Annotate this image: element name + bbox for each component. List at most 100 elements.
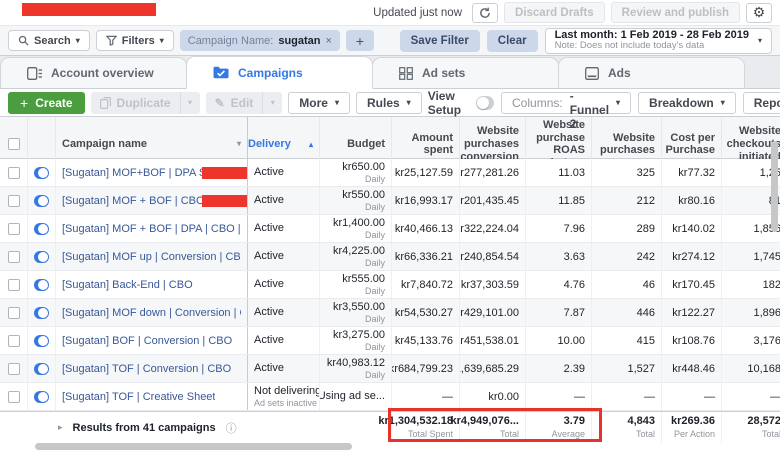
chevron-down-icon: ▾ [616,99,620,107]
campaign-active-toggle[interactable] [34,363,49,375]
review-publish-button[interactable]: Review and publish [611,2,740,23]
reports-dropdown[interactable]: Reports▾ [743,92,780,114]
discard-drafts-button[interactable]: Discard Drafts [504,2,605,23]
website-purchases-value: 242 [592,243,662,270]
website-purchases-value: 325 [592,159,662,186]
total-checkouts-value: 28,572 [747,415,780,429]
settings-button[interactable]: ⚙ [746,3,772,23]
campaign-name-link[interactable]: [Sugatan] TOF | Creative Sheet [62,391,215,403]
row-checkbox[interactable] [8,195,20,207]
table-row: [Sugatan] Back-End | CBO Active kr555.00… [0,271,780,299]
campaign-active-toggle[interactable] [34,223,49,235]
create-button[interactable]: + Create [8,92,85,114]
duplicate-caret-button[interactable]: ▾ [180,92,200,114]
tab-ads[interactable]: Ads [558,57,745,88]
purchases-conversion-value: kr429,101.00 [460,299,526,326]
close-icon[interactable]: × [326,35,332,47]
search-dropdown[interactable]: Search▾ [8,30,90,51]
edit-caret-button[interactable]: ▾ [262,92,282,114]
campaign-active-toggle[interactable] [34,195,49,207]
more-dropdown[interactable]: More▾ [288,92,350,114]
clear-filter-button[interactable]: Clear [487,30,538,52]
rules-dropdown[interactable]: Rules▾ [356,92,422,114]
chevron-down-icon: ▾ [188,98,192,107]
results-summary: Results from 41 campaigns [73,422,216,434]
refresh-icon [479,7,491,19]
ads-manager-screen: Updated just now Discard Drafts Review a… [0,0,780,451]
cost-per-purchase-value: — [662,383,722,410]
tab-campaigns[interactable]: Campaigns [186,56,373,89]
checkouts-initiated-value: 3,176 [722,327,780,354]
total-spent-value: kr1,304,532.18 [378,415,453,429]
amount-spent-value: kr7,840.72 [392,271,460,298]
campaign-active-toggle[interactable] [34,391,49,403]
add-filter-button[interactable]: + [346,30,374,51]
checkouts-initiated-value: — [722,383,780,410]
tab-account-overview[interactable]: Account overview [0,57,187,88]
row-checkbox[interactable] [8,167,20,179]
row-checkbox[interactable] [8,391,20,403]
sort-ascending-icon: ▴ [309,140,313,149]
filters-dropdown[interactable]: Filters▾ [96,30,174,51]
view-setup-toggle[interactable] [476,96,494,110]
row-checkbox[interactable] [8,223,20,235]
chevron-down-icon: ▾ [76,37,80,45]
campaign-name-link[interactable]: [Sugatan] MOF up | Conversion | CBO [62,251,241,263]
columns-dropdown[interactable]: Columns: David - Funnel 2 ▾ [501,92,631,114]
chevron-down-icon: ▾ [407,99,411,107]
ads-icon [585,67,599,80]
total-purchases-value: 4,843 [627,415,655,429]
website-purchases-value: 1,527 [592,355,662,382]
campaign-active-toggle[interactable] [34,251,49,263]
website-purchases-value: 212 [592,187,662,214]
total-conversion-value: kr4,949,076... [450,415,519,429]
campaign-name-link[interactable]: [Sugatan] BOF | Conversion | CBO [62,335,232,347]
purchase-roas-value: 7.96 [526,215,592,242]
budget-value: Using ad se... [320,390,385,403]
delivery-status: Not delivering [254,385,320,398]
vertical-scrollbar[interactable] [771,141,778,232]
table-row: [Sugatan] BOF | Conversion | CBO Active … [0,327,780,355]
delivery-status: Active [254,278,284,291]
breakdown-dropdown[interactable]: Breakdown▾ [638,92,736,114]
campaign-active-toggle[interactable] [34,335,49,347]
campaign-name-link[interactable]: [Sugatan] MOF + BOF | DPA | CBO | Worldw… [62,223,241,235]
row-checkbox[interactable] [8,363,20,375]
campaign-name-link[interactable]: [Sugatan] Back-End | CBO [62,279,193,291]
campaign-active-toggle[interactable] [34,279,49,291]
select-all-checkbox[interactable] [8,138,20,150]
chevron-down-icon: ▾ [335,99,339,107]
refresh-button[interactable] [472,3,498,23]
info-icon[interactable]: ⓘ [226,420,237,436]
filter-chip-campaign-name[interactable]: Campaign Name: sugatan × [180,30,340,51]
row-checkbox[interactable] [8,307,20,319]
budget-type: Daily [365,314,385,325]
per-action-cost-label: Per Action [674,429,715,440]
save-filter-button[interactable]: Save Filter [400,30,480,52]
table-row: [Sugatan] TOF | Creative Sheet Not deliv… [0,383,780,411]
expand-results-icon[interactable]: ▸ [58,422,63,433]
edit-button[interactable]: ✎ Edit [206,92,263,114]
redaction-box [202,167,248,179]
redaction-box [22,3,156,16]
row-checkbox[interactable] [8,251,20,263]
purchase-roas-value: — [526,383,592,410]
date-range-selector[interactable]: Last month: 1 Feb 2019 - 28 Feb 2019 Not… [545,28,772,54]
horizontal-scrollbar[interactable] [35,443,352,450]
campaign-name-link[interactable]: [Sugatan] MOF down | Conversion | CBO [62,307,241,319]
duplicate-button[interactable]: Duplicate [91,92,180,114]
website-purchases-value: — [592,383,662,410]
delivery-status: Active [254,194,284,207]
campaign-active-toggle[interactable] [34,307,49,319]
delivery-status: Active [254,362,284,375]
budget-value: kr40,983.12 [327,357,385,370]
campaign-name-link[interactable]: [Sugatan] TOF | Conversion | CBO [62,363,231,375]
tab-ad-sets[interactable]: Ad sets [372,57,559,88]
duplicate-split-button: Duplicate ▾ [91,92,200,114]
purchase-roas-value: 2.39 [526,355,592,382]
table-header: Campaign name ▾ Delivery ▴ Budget Amount… [0,117,780,159]
row-checkbox[interactable] [8,335,20,347]
row-checkbox[interactable] [8,279,20,291]
chevron-down-icon: ▾ [160,37,164,45]
campaign-active-toggle[interactable] [34,167,49,179]
